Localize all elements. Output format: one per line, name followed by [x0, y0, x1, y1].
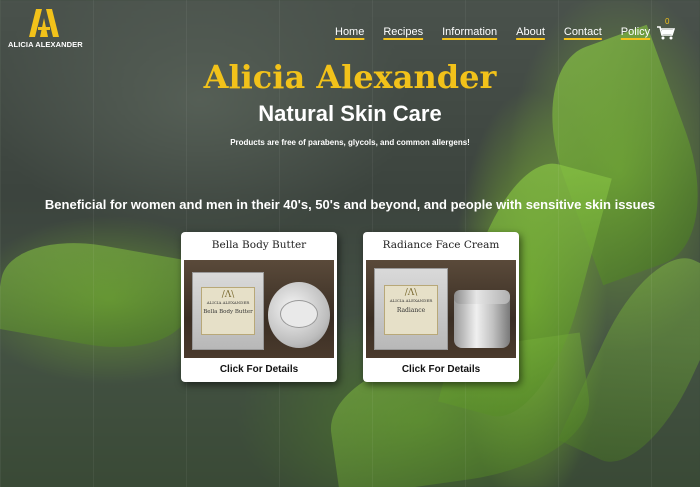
product-card-radiance[interactable]: Radiance Face Cream /Λ\ ALICIA ALEXANDER… [363, 232, 519, 382]
product-box: /Λ\ ALICIA ALEXANDER Bella Body Butter [192, 272, 264, 350]
box-brand-text: ALICIA ALEXANDER [389, 298, 433, 303]
tagline: Products are free of parabens, glycols, … [230, 138, 470, 147]
product-box-label: /Λ\ ALICIA ALEXANDER Bella Body Butter [201, 287, 255, 335]
product-box: /Λ\ ALICIA ALEXANDER Radiance [374, 268, 448, 350]
click-for-details-link[interactable]: Click For Details [363, 364, 519, 375]
product-image[interactable]: /Λ\ ALICIA ALEXANDER Bella Body Butter [184, 260, 334, 358]
cart-icon [657, 26, 675, 40]
click-for-details-link[interactable]: Click For Details [181, 364, 337, 375]
main-nav: Home Recipes Information About Contact P… [335, 26, 669, 38]
product-image[interactable]: /Λ\ ALICIA ALEXANDER Radiance [366, 260, 516, 358]
box-brand-text: ALICIA ALEXANDER [206, 300, 250, 305]
nav-policy[interactable]: Policy [621, 26, 650, 38]
site-logo[interactable]: ALICIA ALEXANDER [8, 8, 83, 50]
box-product-name: Radiance [396, 307, 426, 314]
nav-information[interactable]: Information [442, 26, 497, 38]
product-title: Radiance Face Cream [382, 239, 500, 251]
nav-contact[interactable]: Contact [564, 26, 602, 38]
jar-lid [454, 290, 510, 304]
jar-lid-label [280, 300, 318, 328]
brand-title: Alicia Alexander [203, 58, 497, 96]
box-product-name: Bella Body Butter [203, 309, 253, 315]
product-card-bella[interactable]: Bella Body Butter /Λ\ ALICIA ALEXANDER B… [181, 232, 337, 382]
benefit-statement: Beneficial for women and men in their 40… [44, 197, 656, 212]
box-logo-icon: /Λ\ [221, 290, 235, 300]
cart-button[interactable]: 0 [657, 17, 677, 41]
nav-home[interactable]: Home [335, 26, 364, 38]
page-subtitle: Natural Skin Care [258, 101, 442, 126]
nav-recipes[interactable]: Recipes [383, 26, 423, 38]
nav-about[interactable]: About [516, 26, 545, 38]
logo-mark-icon [29, 9, 59, 37]
product-title: Bella Body Butter [211, 239, 307, 251]
product-box-label: /Λ\ ALICIA ALEXANDER Radiance [384, 285, 438, 335]
box-logo-icon: /Λ\ [404, 288, 418, 298]
cart-count-badge: 0 [665, 17, 670, 26]
logo-text: ALICIA ALEXANDER [8, 40, 83, 49]
